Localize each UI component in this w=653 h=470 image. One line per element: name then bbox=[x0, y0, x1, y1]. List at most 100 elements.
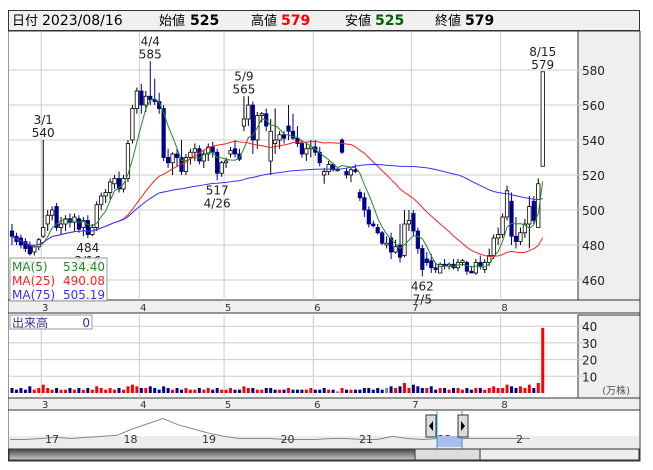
candle-up bbox=[99, 195, 104, 206]
candle-up bbox=[527, 206, 532, 225]
candle-up bbox=[460, 260, 465, 263]
close-value: 579 bbox=[465, 13, 495, 29]
volume-bar bbox=[385, 387, 389, 393]
candle-up bbox=[188, 151, 193, 158]
volume-bar bbox=[95, 386, 99, 393]
volume-bar bbox=[242, 386, 246, 393]
volume-bar bbox=[122, 389, 125, 393]
candle-up bbox=[130, 108, 135, 141]
candle-up bbox=[103, 192, 108, 197]
annotation-date: 4/26 bbox=[204, 196, 231, 210]
candle-down bbox=[429, 260, 434, 269]
candle-down bbox=[76, 218, 81, 230]
candle-down bbox=[290, 130, 296, 139]
volume-bar bbox=[113, 389, 117, 393]
annotation-price: 517 bbox=[206, 183, 229, 197]
volume-bar bbox=[77, 387, 81, 393]
volume-bar bbox=[447, 389, 451, 393]
annotation-date: 5/9 bbox=[234, 69, 253, 83]
candle-up bbox=[500, 216, 505, 235]
volume-bar bbox=[429, 386, 433, 393]
volume-bar bbox=[287, 387, 291, 393]
volume-bar bbox=[380, 389, 384, 393]
volume-bar bbox=[322, 387, 326, 393]
candle-up bbox=[170, 153, 175, 164]
volume-bar bbox=[246, 387, 250, 393]
candle-up bbox=[41, 227, 46, 237]
volume-bar bbox=[130, 384, 134, 393]
navigator-selection bbox=[437, 436, 462, 447]
legend-ma75-label: MA(75) bbox=[12, 288, 55, 302]
volume-bar bbox=[465, 387, 469, 393]
month-label: 8 bbox=[501, 400, 507, 411]
candle-down bbox=[281, 134, 287, 139]
candle-down bbox=[232, 148, 238, 155]
navigator-baseline-area bbox=[9, 436, 639, 450]
volume-bar bbox=[340, 387, 344, 393]
volume-bar bbox=[81, 389, 85, 393]
candle-down bbox=[339, 139, 345, 153]
price-tick-label: 560 bbox=[582, 99, 605, 113]
volume-bar bbox=[64, 389, 68, 393]
volume-bar bbox=[336, 391, 340, 393]
candle-up bbox=[491, 237, 496, 256]
open-value: 525 bbox=[190, 13, 220, 29]
volume-bar bbox=[394, 387, 398, 393]
volume-bar bbox=[331, 389, 335, 393]
volume-bar bbox=[345, 389, 348, 393]
candle-down bbox=[411, 213, 416, 232]
volume-bar bbox=[108, 387, 112, 393]
volume-bar bbox=[273, 389, 277, 393]
volume-bar bbox=[411, 384, 415, 393]
candle-down bbox=[9, 230, 15, 237]
volume-bar bbox=[501, 387, 505, 393]
price-tick-label: 520 bbox=[582, 169, 605, 183]
high-label: 高値 bbox=[251, 14, 278, 29]
volume-bar bbox=[184, 387, 188, 393]
volume-bar bbox=[527, 384, 531, 393]
candle-up bbox=[228, 150, 233, 155]
volume-bar bbox=[269, 387, 273, 393]
navigator-year-label: 2 bbox=[516, 433, 523, 446]
volume-bar bbox=[179, 389, 183, 393]
month-label: 7 bbox=[412, 303, 418, 314]
volume-bar bbox=[157, 389, 161, 393]
candle-down bbox=[531, 200, 536, 221]
volume-bar bbox=[425, 387, 429, 393]
candle-down bbox=[353, 169, 358, 172]
month-label: 3 bbox=[42, 303, 48, 314]
stock-chart[interactable]: 3/15404744843/164/45855174/265/95654627/… bbox=[8, 31, 641, 463]
candle-down bbox=[366, 209, 371, 225]
annotation-price: 462 bbox=[411, 280, 434, 294]
month-label: 8 bbox=[501, 303, 507, 314]
volume-bar bbox=[398, 386, 402, 393]
volume-bar bbox=[32, 389, 36, 393]
volume-bar bbox=[420, 387, 424, 393]
volume-bar bbox=[313, 389, 317, 393]
volume-bar bbox=[46, 387, 50, 393]
legend-ma5-label: MA(5) bbox=[12, 260, 48, 274]
candle-down bbox=[165, 157, 171, 164]
volume-bar bbox=[104, 389, 108, 393]
legend-ma75-value: 505.19 bbox=[63, 288, 105, 302]
candle-up bbox=[223, 160, 229, 164]
volume-bar bbox=[456, 387, 460, 393]
volume-bar bbox=[438, 387, 442, 393]
candle-up bbox=[473, 262, 478, 274]
volume-bar bbox=[358, 389, 362, 393]
volume-bar bbox=[193, 389, 197, 393]
volume-bar bbox=[523, 387, 527, 393]
volume-label: 出来高 bbox=[12, 315, 48, 330]
navigator-year-label: 21 bbox=[359, 433, 373, 446]
ma-legend: MA(5) 534.40 MA(25) 490.08 MA(75) 505.19 bbox=[9, 257, 108, 302]
price-tick-label: 500 bbox=[582, 204, 605, 218]
navigator-year-label: 18 bbox=[124, 433, 138, 446]
scrollbar-thumb[interactable] bbox=[414, 448, 481, 461]
volume-tick-label: 10 bbox=[582, 370, 597, 384]
candle-up bbox=[192, 148, 197, 153]
volume-bar bbox=[318, 389, 322, 393]
volume-bar bbox=[153, 387, 157, 393]
candle-up bbox=[241, 118, 247, 127]
navigator-year-label: 19 bbox=[202, 433, 216, 446]
volume-bar bbox=[86, 387, 90, 393]
